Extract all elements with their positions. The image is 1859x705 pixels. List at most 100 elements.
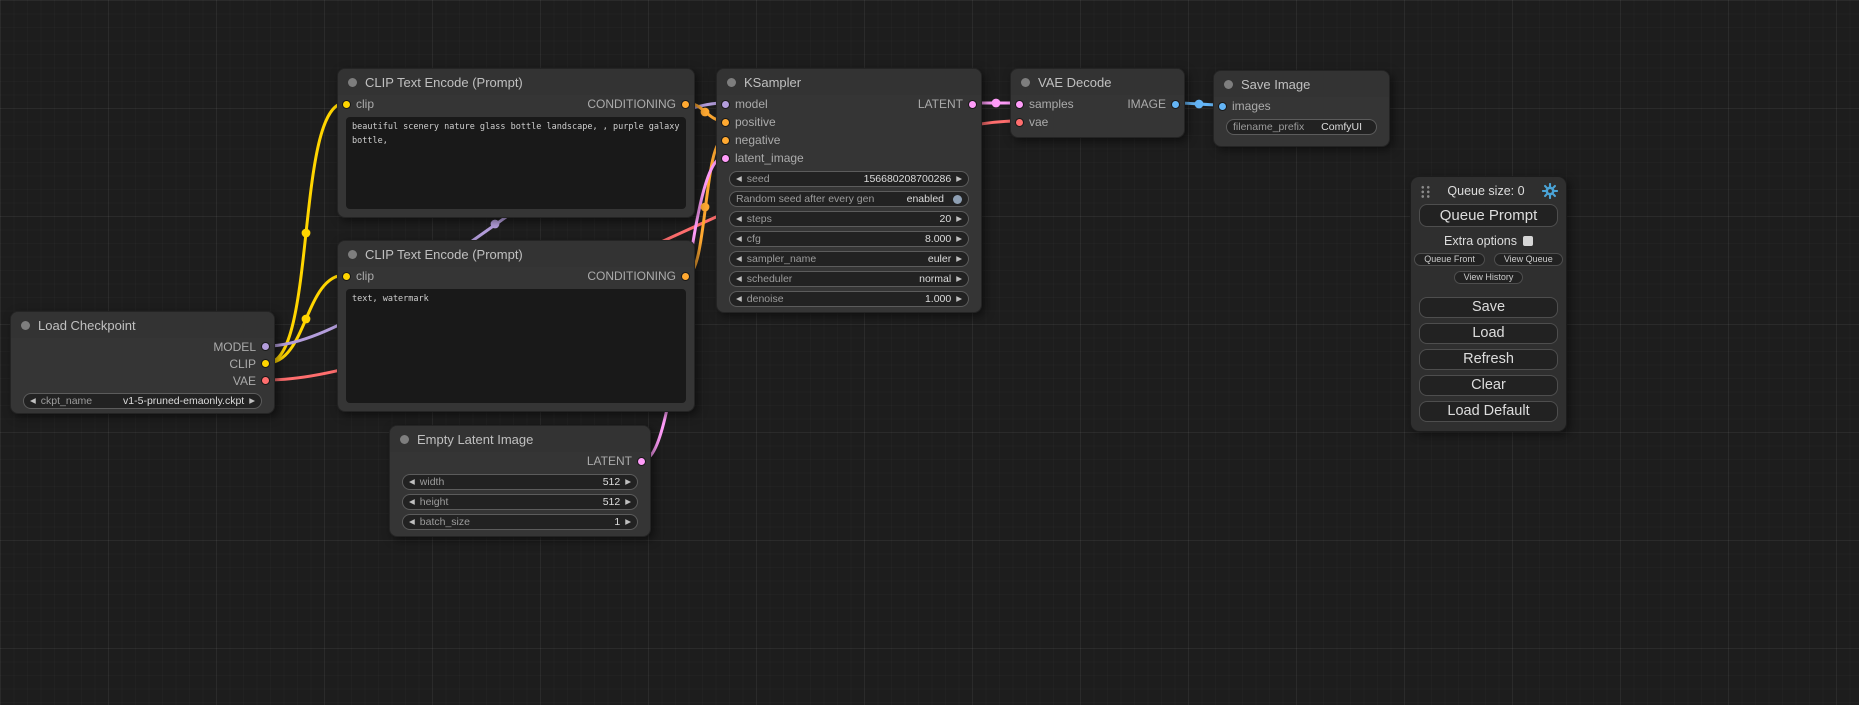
extra-options-checkbox[interactable] [1523,236,1533,246]
scheduler-widget[interactable]: ◀ scheduler normal ▶ [729,271,969,287]
queue-front-button[interactable]: Queue Front [1414,253,1485,266]
input-port-model[interactable] [721,100,730,109]
input-port-clip[interactable] [342,272,351,281]
output-port-model[interactable] [261,342,270,351]
load-default-button[interactable]: Load Default [1419,401,1558,422]
drag-handle-icon[interactable] [1419,184,1430,198]
decrement-arrow-icon[interactable]: ◀ [736,175,742,183]
input-port-vae[interactable] [1015,118,1024,127]
collapse-dot[interactable] [1224,80,1233,89]
widget-value: normal [919,273,951,285]
increment-arrow-icon[interactable]: ▶ [956,215,962,223]
node-load-checkpoint[interactable]: Load Checkpoint MODEL CLIP VAE ◀ ckpt_na… [10,311,275,414]
output-port-clip[interactable] [261,359,270,368]
load-button[interactable]: Load [1419,323,1558,344]
steps-widget[interactable]: ◀ steps 20 ▶ [729,211,969,227]
input-label-samples: samples [1029,97,1074,111]
decrement-arrow-icon[interactable]: ◀ [736,295,742,303]
toggle-indicator[interactable] [953,195,962,204]
seed-widget[interactable]: ◀ seed 156680208700286 ▶ [729,171,969,187]
cfg-widget[interactable]: ◀ cfg 8.000 ▶ [729,231,969,247]
input-port-clip[interactable] [342,100,351,109]
widget-value: v1-5-pruned-emaonly.ckpt [123,395,244,407]
increment-arrow-icon[interactable]: ▶ [625,518,631,526]
filename-prefix-widget[interactable]: filename_prefix ComfyUI [1226,119,1377,135]
increment-arrow-icon[interactable]: ▶ [956,295,962,303]
comfy-canvas[interactable]: { "colors": { "MODEL": "#B39DDB", "CLIP"… [0,0,1859,705]
increment-arrow-icon[interactable]: ▶ [956,275,962,283]
collapse-dot[interactable] [348,78,357,87]
prompt-textarea[interactable]: text, watermark [346,289,686,403]
decrement-arrow-icon[interactable]: ◀ [30,397,36,405]
sampler-name-widget[interactable]: ◀ sampler_name euler ▶ [729,251,969,267]
node-clip-text-encode-negative[interactable]: CLIP Text Encode (Prompt) clip CONDITION… [337,240,695,412]
view-history-button[interactable]: View History [1454,271,1524,284]
height-widget[interactable]: ◀ height 512 ▶ [402,494,638,510]
output-port-latent[interactable] [637,457,646,466]
input-label-negative: negative [735,133,780,147]
increment-arrow-icon[interactable]: ▶ [956,255,962,263]
decrement-arrow-icon[interactable]: ◀ [409,498,415,506]
node-title-bar[interactable]: Empty Latent Image [390,426,650,452]
ckpt-name-widget[interactable]: ◀ ckpt_name v1-5-pruned-emaonly.ckpt ▶ [23,393,262,409]
decrement-arrow-icon[interactable]: ◀ [736,235,742,243]
clear-button[interactable]: Clear [1419,375,1558,396]
view-queue-button[interactable]: View Queue [1494,253,1563,266]
slot-row: LATENT [390,452,650,470]
increment-arrow-icon[interactable]: ▶ [249,397,255,405]
denoise-widget[interactable]: ◀ denoise 1.000 ▶ [729,291,969,307]
random-seed-toggle-widget[interactable]: Random seed after every gen enabled [729,191,969,207]
collapse-dot[interactable] [727,78,736,87]
node-empty-latent-image[interactable]: Empty Latent Image LATENT ◀ width 512 ▶ … [389,425,651,537]
output-label-conditioning: CONDITIONING [587,97,676,111]
increment-arrow-icon[interactable]: ▶ [956,175,962,183]
decrement-arrow-icon[interactable]: ◀ [736,255,742,263]
node-save-image[interactable]: Save Image images filename_prefix ComfyU… [1213,70,1390,147]
decrement-arrow-icon[interactable]: ◀ [736,215,742,223]
output-port-vae[interactable] [261,376,270,385]
output-port-image[interactable] [1171,100,1180,109]
input-port-negative[interactable] [721,136,730,145]
node-clip-text-encode-positive[interactable]: CLIP Text Encode (Prompt) clip CONDITION… [337,68,695,218]
batch-size-widget[interactable]: ◀ batch_size 1 ▶ [402,514,638,530]
input-port-latent-image[interactable] [721,154,730,163]
node-title-bar[interactable]: VAE Decode [1011,69,1184,95]
node-title-bar[interactable]: Load Checkpoint [11,312,274,338]
input-port-positive[interactable] [721,118,730,127]
node-ksampler[interactable]: KSampler model LATENT positive negative … [716,68,982,313]
input-port-samples[interactable] [1015,100,1024,109]
decrement-arrow-icon[interactable]: ◀ [409,518,415,526]
extra-options-label: Extra options [1444,234,1517,248]
collapse-dot[interactable] [1021,78,1030,87]
input-port-images[interactable] [1218,102,1227,111]
output-port-conditioning[interactable] [681,100,690,109]
collapse-dot[interactable] [348,250,357,259]
queue-actions-row: Queue Front View Queue [1419,253,1558,266]
slot-row: images [1214,97,1389,115]
save-button[interactable]: Save [1419,297,1558,318]
node-title: Empty Latent Image [417,432,533,447]
queue-prompt-button[interactable]: Queue Prompt [1419,204,1558,227]
decrement-arrow-icon[interactable]: ◀ [736,275,742,283]
node-title-bar[interactable]: CLIP Text Encode (Prompt) [338,69,694,95]
widget-name: Random seed after every gen [736,193,874,205]
output-port-conditioning[interactable] [681,272,690,281]
node-vae-decode[interactable]: VAE Decode samples IMAGE vae [1010,68,1185,138]
increment-arrow-icon[interactable]: ▶ [625,478,631,486]
widget-name: denoise [747,293,784,305]
node-title-bar[interactable]: CLIP Text Encode (Prompt) [338,241,694,267]
width-widget[interactable]: ◀ width 512 ▶ [402,474,638,490]
settings-gear-icon[interactable] [1542,183,1558,199]
slot-row: samples IMAGE [1011,95,1184,113]
node-title-bar[interactable]: Save Image [1214,71,1389,97]
collapse-dot[interactable] [400,435,409,444]
decrement-arrow-icon[interactable]: ◀ [409,478,415,486]
node-title-bar[interactable]: KSampler [717,69,981,95]
widget-name: width [420,476,445,488]
collapse-dot[interactable] [21,321,30,330]
output-port-latent[interactable] [968,100,977,109]
prompt-textarea[interactable]: beautiful scenery nature glass bottle la… [346,117,686,209]
increment-arrow-icon[interactable]: ▶ [956,235,962,243]
increment-arrow-icon[interactable]: ▶ [625,498,631,506]
refresh-button[interactable]: Refresh [1419,349,1558,370]
